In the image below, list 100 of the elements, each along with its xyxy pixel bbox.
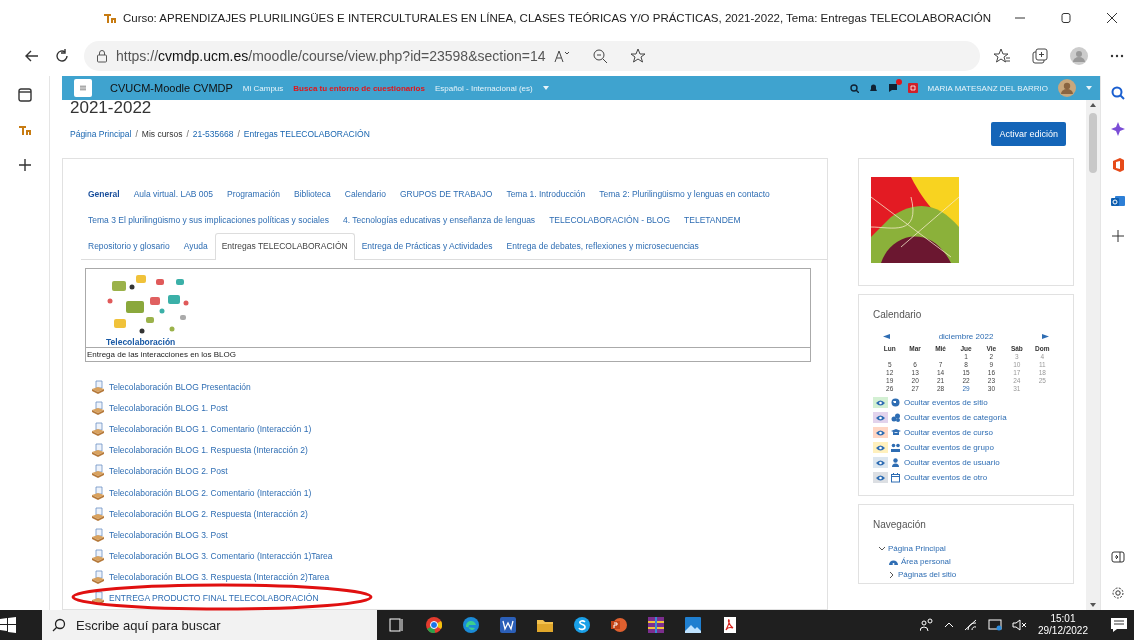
close-icon[interactable] [1106, 12, 1118, 24]
navigation-link[interactable]: Área personal [901, 557, 951, 566]
event-filter-link[interactable]: Ocultar eventos de categoría [904, 413, 1007, 422]
breadcrumb-link[interactable]: Entregas TELECOLABORACIÓN [243, 129, 370, 139]
favorites-icon[interactable] [994, 48, 1010, 64]
event-filter-link[interactable]: Ocultar eventos de otro [904, 473, 988, 482]
site-name[interactable]: CVUCM-Moodle CVMDP [110, 82, 233, 94]
read-aloud-icon[interactable] [553, 49, 570, 63]
profile-avatar-icon[interactable] [1070, 47, 1088, 65]
scroll-up-icon[interactable] [1090, 103, 1096, 107]
people-icon[interactable] [919, 618, 934, 632]
activity-link[interactable]: Telecolaboración BLOG 3. Post [109, 529, 228, 540]
section-tab[interactable]: Aula virtual. LAB 005 [126, 181, 221, 208]
section-tab[interactable]: Entregas TELECOLABORACIÓN [214, 233, 355, 260]
chevron-right-icon[interactable] [889, 571, 895, 578]
scroll-down-icon[interactable] [1090, 603, 1096, 607]
activity-link[interactable]: Telecolaboración BLOG 1. Respuesta (Interacción 2) [109, 445, 308, 456]
breadcrumb-link[interactable]: Página Principal [70, 129, 132, 139]
activity-link[interactable]: Telecolaboración BLOG 1. Comentario (Interacción 1) [109, 423, 312, 434]
month-link[interactable]: diciembre 2022 [938, 332, 994, 341]
edge-icon[interactable] [463, 617, 479, 633]
section-tab[interactable]: GRUPOS DE TRABAJO [392, 181, 500, 208]
section-tab[interactable]: Tema 3 El plurilingüismo y sus implicaciones políticas y sociales [81, 207, 336, 234]
notifications-icon[interactable] [1110, 617, 1128, 633]
caret-icon[interactable] [1086, 86, 1092, 90]
add-icon[interactable] [1111, 230, 1124, 242]
back-icon[interactable] [24, 48, 40, 64]
bell-icon[interactable] [868, 83, 878, 93]
wifi-icon[interactable] [963, 619, 978, 631]
edit-mode-button[interactable]: Activar edición [991, 122, 1066, 146]
section-tab[interactable]: General [81, 181, 127, 208]
section-tab[interactable]: Programación [220, 181, 287, 208]
pdf-icon[interactable] [722, 617, 738, 633]
eye-toggle[interactable] [873, 427, 888, 438]
section-tab[interactable]: TELETANDEM [677, 207, 748, 234]
section-tab[interactable]: Entrega de debates, reflexiones y microsecuencias [499, 233, 706, 260]
breadcrumb-link[interactable]: 21-535668 [192, 129, 234, 139]
office-icon[interactable] [1111, 158, 1124, 172]
section-tab[interactable]: Biblioteca [286, 181, 338, 208]
tab-actions-icon[interactable] [17, 88, 32, 102]
sidebar-toggle-icon[interactable] [1110, 550, 1125, 564]
site-tab-icon[interactable] [17, 124, 32, 136]
section-tab[interactable]: 4. Tecnologías educativas y enseñanza de lenguas [335, 207, 543, 234]
section-tab[interactable]: Ayuda [176, 233, 215, 260]
taskbar-search-field[interactable]: Escribe aquí para buscar [42, 610, 377, 640]
event-filter-link[interactable]: Ocultar eventos de usuario [904, 458, 1000, 467]
new-tab-icon[interactable] [17, 158, 32, 172]
skype-icon[interactable] [574, 617, 590, 633]
next-month-icon[interactable] [1042, 334, 1049, 339]
clock-date[interactable]: 29/12/2022 [1037, 625, 1088, 637]
outlook-icon[interactable] [1110, 194, 1125, 208]
refresh-icon[interactable] [54, 48, 70, 64]
search-icon[interactable] [1110, 86, 1125, 100]
section-tab[interactable]: Repositorio y glosario [81, 233, 177, 260]
section-tab[interactable]: Calendario [337, 181, 393, 208]
chevron-up-icon[interactable] [943, 622, 954, 628]
activity-link[interactable]: Telecolaboración BLOG 3. Comentario (Interacción 1)Tarea [109, 551, 333, 562]
activity-link[interactable]: Telecolaboración BLOG Presentación [109, 381, 251, 392]
eye-toggle[interactable] [873, 442, 888, 453]
activity-link[interactable]: Telecolaboración BLOG 2. Comentario (Interacción 1) [109, 487, 312, 498]
task-view-icon[interactable] [389, 617, 405, 633]
section-tab[interactable]: Entrega de Prácticas y Actividades [354, 233, 500, 260]
eye-toggle[interactable] [873, 472, 888, 483]
photos-icon[interactable] [685, 617, 701, 633]
section-tab[interactable]: Tema 1. Introducción [499, 181, 593, 208]
scrollbar-thumb[interactable] [1089, 113, 1097, 173]
favorite-add-icon[interactable] [629, 48, 646, 64]
settings-icon[interactable] [1110, 586, 1125, 600]
section-tab[interactable]: TELECOLABORACIÓN - BLOG [542, 207, 678, 234]
address-bar[interactable]: https://cvmdp.ucm.es/moodle/course/view.php?id=23598&section=14 [84, 41, 980, 71]
eye-toggle[interactable] [873, 457, 888, 468]
activity-link[interactable]: Telecolaboración BLOG 2. Respuesta (Interacción 2) [109, 508, 308, 519]
archive-icon[interactable] [648, 617, 664, 633]
search-icon[interactable] [849, 83, 859, 93]
event-filter-link[interactable]: Ocultar eventos de curso [904, 428, 993, 437]
folder-icon[interactable] [537, 617, 553, 633]
volume-muted-icon[interactable] [1011, 619, 1028, 631]
navigation-link[interactable]: Páginas del sitio [898, 570, 957, 579]
activity-link[interactable]: Telecolaboración BLOG 3. Respuesta (Interacción 2)Tarea [109, 572, 330, 583]
activity-link[interactable]: ENTREGA PRODUCTO FINAL TELECOLABORACIÓN [109, 593, 319, 604]
zoom-icon[interactable] [591, 48, 608, 64]
word-icon[interactable] [500, 617, 516, 633]
collections-icon[interactable] [1032, 48, 1048, 64]
maximize-icon[interactable] [1060, 12, 1072, 24]
clock-time[interactable]: 15:01 [1050, 613, 1076, 625]
eye-toggle[interactable] [873, 397, 888, 408]
section-tab[interactable]: Tema 2: Plurilingüismo y lenguas en contacto [592, 181, 777, 208]
activity-link[interactable]: Telecolaboración BLOG 2. Post [109, 466, 228, 477]
chrome-icon[interactable] [426, 617, 442, 633]
activity-link[interactable]: Telecolaboración BLOG 1. Post [109, 402, 228, 413]
windows-start-icon[interactable] [0, 617, 16, 633]
event-filter-link[interactable]: Ocultar eventos de grupo [904, 443, 994, 452]
more-icon[interactable] [1110, 54, 1124, 58]
previous-month-icon[interactable] [883, 334, 890, 339]
chat-icon[interactable] [887, 83, 898, 93]
chevron-down-icon[interactable] [879, 545, 885, 552]
sparkle-icon[interactable] [1110, 122, 1125, 136]
powerpoint-icon[interactable] [611, 617, 627, 633]
eye-toggle[interactable] [873, 412, 888, 423]
event-filter-link[interactable]: Ocultar eventos de sitio [904, 398, 988, 407]
